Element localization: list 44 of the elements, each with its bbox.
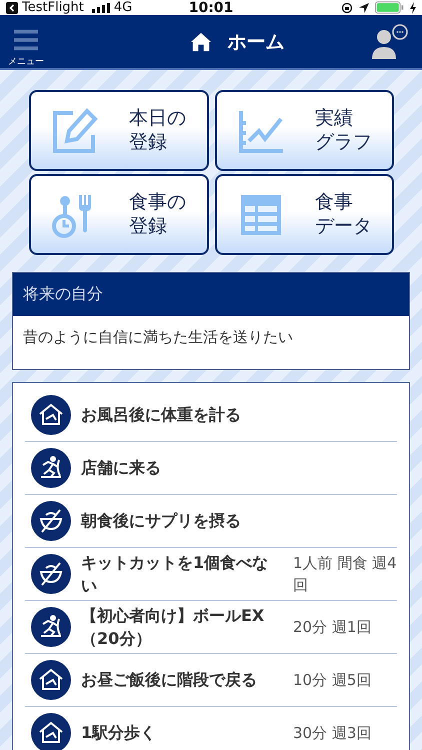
menu-tile[interactable]: 食事 データ [215,174,394,255]
task-row[interactable]: キットカットを1個食べない 1人前 間食 週4回 [25,548,397,601]
home-icon [190,32,212,52]
rotation-lock-icon [341,2,353,14]
network-type: 4G [114,0,132,15]
user-chat-icon[interactable] [370,24,410,60]
task-title: お昼ご飯後に階段で戻る [81,669,258,692]
page-title: ホーム [228,30,284,54]
task-row[interactable]: 1駅分歩く 30分 週3回 [25,707,397,750]
runner-icon [31,448,71,488]
task-row[interactable]: 朝食後にサプリを摂る [25,495,397,548]
task-row[interactable]: お風呂後に体重を計る [25,389,397,442]
no-food-icon [31,501,71,541]
task-row[interactable]: お昼ご飯後に階段で戻る 10分 週5回 [25,654,397,707]
task-title: キットカットを1個食べない [81,552,270,597]
menu-button[interactable]: メニュー [8,15,44,68]
no-food-icon [31,554,71,594]
task-title: 店舗に来る [81,457,162,480]
runner-icon [31,607,71,647]
house-icon [31,395,71,435]
clock: 10:01 [188,0,234,16]
task-detail: 30分 週3回 [293,722,372,744]
goal-text: 昔のように自信に満ちた生活を送りたい [22,327,294,348]
task-detail: 10分 週5回 [293,670,372,691]
menu-tile[interactable]: 食事の 登録 [29,174,209,255]
task-row[interactable]: 店舗に来る [25,442,397,495]
task-detail: 20分 週1回 [293,616,372,638]
goal-heading: 将来の自分 [13,273,409,316]
back-icon[interactable] [6,2,18,14]
menu-icon [14,29,38,51]
menu-tile[interactable]: 実績 グラフ [215,90,394,171]
charging-icon [410,2,416,14]
task-title: 1駅分歩く [81,722,158,744]
task-title: 【初心者向け】ボールEX（20分） [81,604,266,650]
pencil-icon [51,106,99,154]
back-app-link[interactable]: TestFlight [22,0,84,15]
signal-icon [92,2,110,12]
task-title: 朝食後にサプリを摂る [81,510,242,532]
battery-icon [375,1,405,14]
menu-tile[interactable]: 本日の 登録 [29,90,209,171]
house-icon [31,660,71,700]
task-title: お風呂後に体重を計る [81,404,242,426]
task-detail: 1人前 間食 週4回 [293,552,397,596]
task-row[interactable]: 【初心者向け】ボールEX（20分） 20分 週1回 [25,601,397,654]
